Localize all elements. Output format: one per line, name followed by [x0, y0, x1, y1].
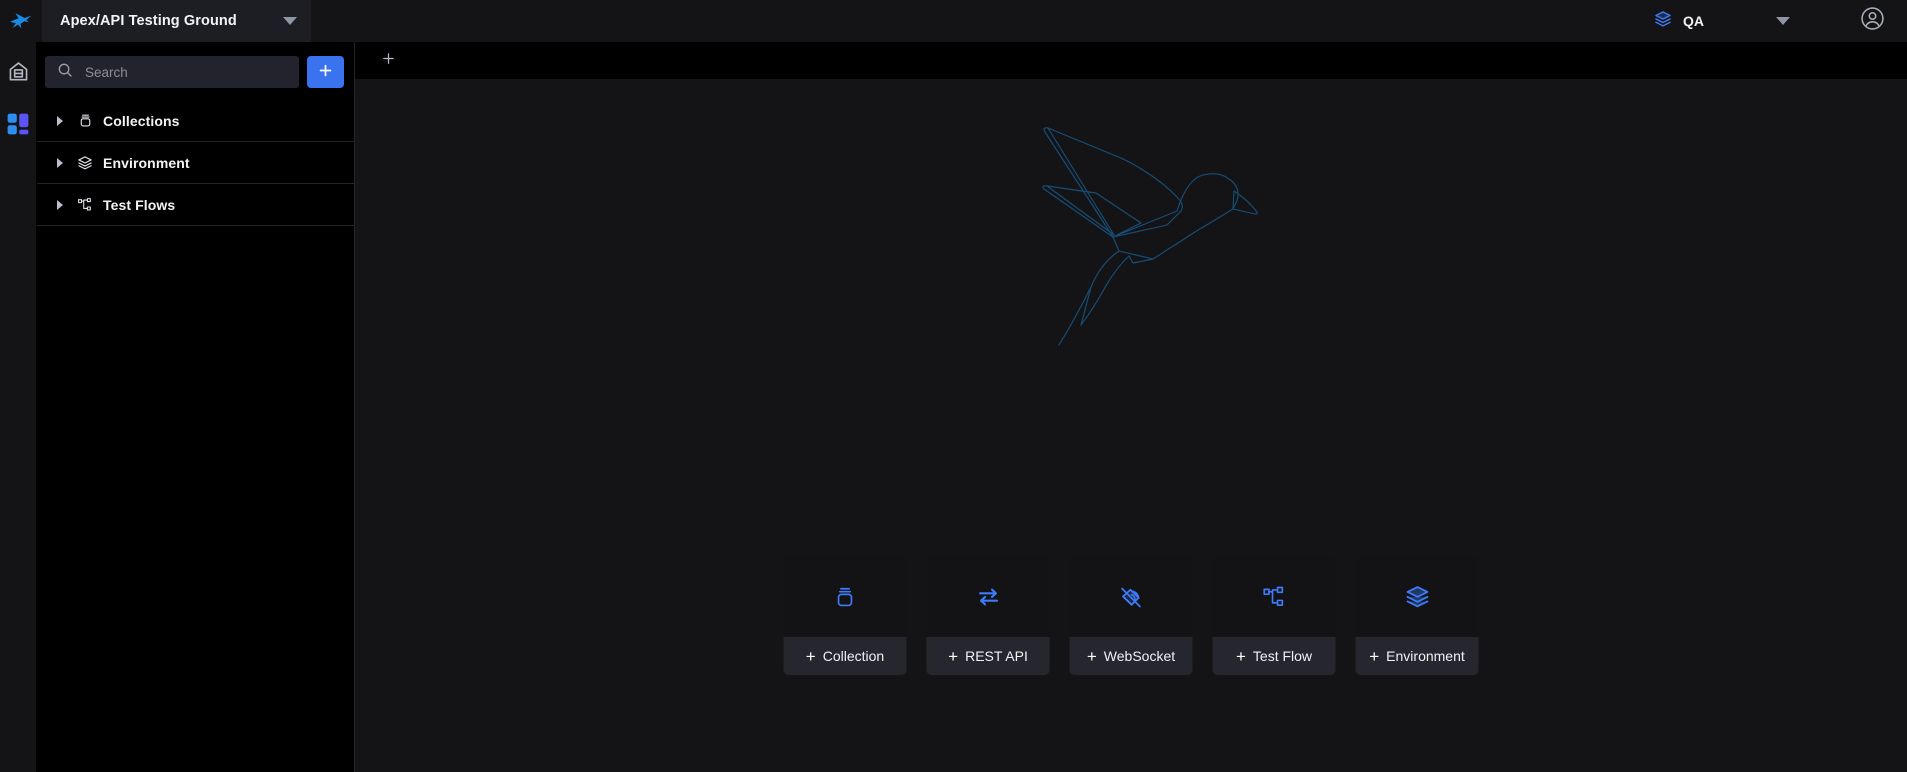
project-name: Apex/API Testing Ground — [60, 13, 237, 29]
card-label-text: Collection — [822, 648, 885, 664]
layers-icon — [1356, 557, 1479, 637]
plus-icon — [381, 51, 396, 71]
create-rest-api-card[interactable]: + REST API — [926, 557, 1050, 675]
create-websocket-label: + WebSocket — [1069, 637, 1193, 675]
create-collection-card[interactable]: + Collection — [783, 557, 907, 675]
plus-icon — [317, 62, 334, 82]
sidebar-panel: Collections Environment — [37, 42, 355, 772]
environment-dropdown-toggle[interactable] — [1716, 17, 1850, 25]
triangle-right-icon[interactable] — [51, 199, 69, 210]
triangle-right-icon[interactable] — [51, 115, 69, 126]
icon-rail — [0, 42, 37, 772]
sidebar-item-test-flows[interactable]: Test Flows — [37, 184, 354, 226]
sidebar-item-label: Environment — [103, 154, 190, 171]
create-test-flow-label: + Test Flow — [1212, 637, 1336, 675]
empty-state-canvas: + Collection + REST API + WebSocket + Te… — [355, 79, 1907, 772]
card-label-text: Environment — [1386, 648, 1465, 664]
plus-icon: + — [805, 646, 816, 666]
card-label-text: REST API — [965, 648, 1028, 664]
card-label-text: Test Flow — [1252, 648, 1313, 664]
bidirectional-arrows-icon — [927, 557, 1050, 637]
sidebar-item-collections[interactable]: Collections — [37, 100, 354, 142]
layers-icon — [1654, 10, 1672, 33]
triangle-right-icon[interactable] — [51, 157, 69, 168]
sidebar-tree: Collections Environment Test Flows — [37, 100, 354, 226]
rail-item-home[interactable] — [4, 60, 32, 88]
environment-name: QA — [1683, 13, 1704, 29]
grid-apps-icon — [7, 113, 29, 140]
collection-jar-icon — [784, 557, 907, 637]
layers-icon — [73, 155, 97, 171]
new-tab-button[interactable] — [377, 50, 399, 72]
search-input[interactable] — [85, 64, 287, 80]
create-test-flow-card[interactable]: + Test Flow — [1212, 557, 1336, 675]
create-environment-card[interactable]: + Environment — [1355, 557, 1479, 675]
app-body: Collections Environment — [0, 42, 1907, 772]
create-environment-label: + Environment — [1355, 637, 1479, 675]
project-selector[interactable]: Apex/API Testing Ground — [42, 0, 311, 42]
plus-icon: + — [1369, 646, 1380, 666]
websocket-plug-icon — [1070, 557, 1193, 637]
sidebar-item-label: Collections — [103, 112, 180, 129]
account-button[interactable] — [1850, 6, 1907, 36]
sidebar-item-label: Test Flows — [103, 196, 176, 213]
top-header-bar: Apex/API Testing Ground QA — [0, 0, 1907, 42]
app-root: Apex/API Testing Ground QA Search Collec… — [0, 0, 1907, 772]
create-collection-label: + Collection — [783, 637, 907, 675]
user-account-icon — [1860, 6, 1885, 36]
environment-selector[interactable]: QA — [1642, 0, 1716, 42]
rail-item-apps[interactable] — [4, 112, 32, 140]
search-box[interactable] — [45, 56, 299, 88]
sidebar-item-environment[interactable]: Environment — [37, 142, 354, 184]
search-icon — [57, 62, 73, 83]
add-new-button[interactable] — [307, 56, 344, 88]
hummingbird-logo[interactable] — [0, 0, 42, 42]
tab-strip — [355, 42, 1907, 79]
chevron-down-icon — [282, 17, 297, 25]
quick-create-cards: + Collection + REST API + WebSocket + Te… — [783, 557, 1479, 675]
home-icon — [7, 60, 30, 88]
plus-icon: + — [1086, 646, 1097, 666]
collection-jar-icon — [73, 113, 97, 128]
top-header-right: QA — [1642, 0, 1907, 42]
card-label-text: WebSocket — [1103, 648, 1176, 664]
main-area: + Collection + REST API + WebSocket + Te… — [355, 42, 1907, 772]
plus-icon: + — [1235, 646, 1246, 666]
chevron-down-icon — [1776, 17, 1790, 25]
flow-nodes-icon — [1213, 557, 1336, 637]
create-rest-api-label: + REST API — [926, 637, 1050, 675]
flow-nodes-icon — [73, 197, 97, 213]
plus-icon: + — [948, 646, 959, 666]
hummingbird-outline-watermark — [1001, 113, 1261, 348]
sidebar-search-row — [37, 42, 354, 100]
create-websocket-card[interactable]: + WebSocket — [1069, 557, 1193, 675]
